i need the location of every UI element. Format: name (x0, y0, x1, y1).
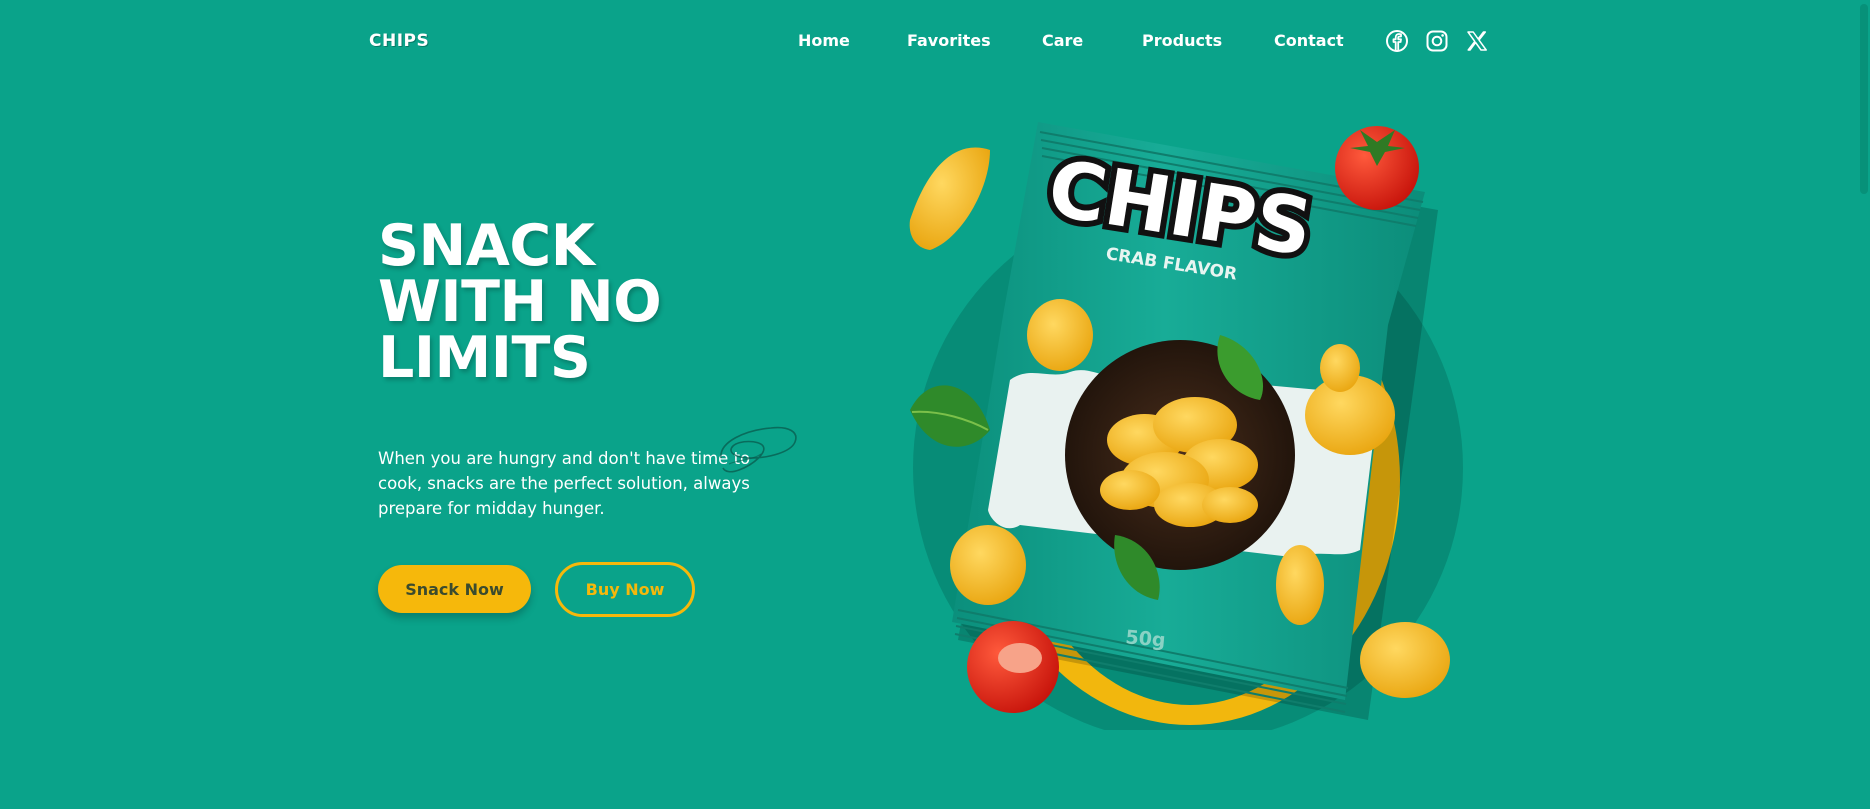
hero-title: SNACK WITH NO LIMITS (378, 213, 662, 391)
hero-title-line: WITH NO (378, 269, 662, 335)
nav-link-favorites[interactable]: Favorites (907, 31, 991, 50)
page-scrollbar[interactable] (1858, 0, 1870, 809)
buy-now-button[interactable]: Buy Now (555, 562, 695, 617)
nav-link-care[interactable]: Care (1042, 31, 1083, 50)
bag-weight-text: 50g (1125, 626, 1167, 651)
snack-now-button[interactable]: Snack Now (378, 565, 531, 613)
hero-title-line: SNACK (378, 213, 595, 279)
main-nav: Home Favorites Care Products Contact (0, 31, 1870, 53)
facebook-icon[interactable] (1385, 29, 1409, 53)
nav-link-products[interactable]: Products (1142, 31, 1222, 50)
instagram-icon[interactable] (1425, 29, 1449, 53)
chips-bag-illustration: CHIPS CRAB FLAVOR 50g (890, 110, 1490, 730)
hero-title-line: LIMITS (378, 325, 591, 391)
x-icon[interactable] (1465, 29, 1489, 53)
scribble-doodle-icon (720, 426, 797, 473)
scrollbar-thumb[interactable] (1860, 4, 1868, 194)
nav-link-contact[interactable]: Contact (1274, 31, 1344, 50)
nav-link-home[interactable]: Home (798, 31, 850, 50)
